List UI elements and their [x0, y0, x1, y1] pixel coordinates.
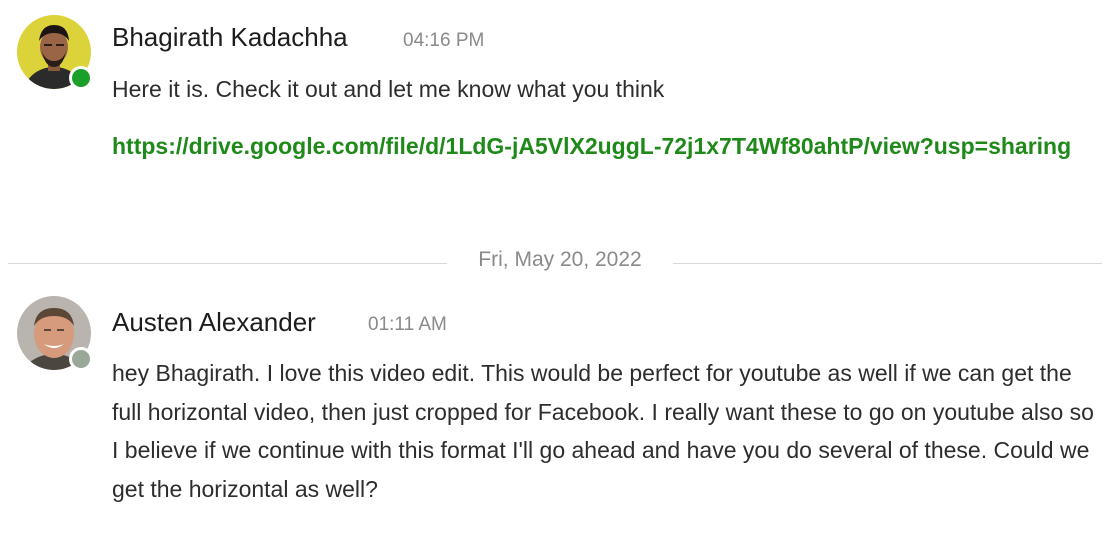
author-name[interactable]: Bhagirath Kadachha	[112, 22, 348, 53]
message-timestamp: 04:16 PM	[403, 30, 485, 51]
message-text: Here it is. Check it out and let me know…	[112, 76, 665, 102]
author-name[interactable]: Austen Alexander	[112, 307, 316, 338]
avatar-bhagirath[interactable]	[17, 15, 93, 90]
online-status-indicator	[69, 66, 93, 90]
message-text: hey Bhagirath. I love this video edit. T…	[112, 360, 1094, 502]
message-2: Austen Alexander 01:11 AM hey Bhagirath.…	[0, 285, 1108, 551]
message-timestamp: 01:11 AM	[368, 314, 447, 335]
shared-link[interactable]: https://drive.google.com/file/d/1LdG-jA5…	[112, 128, 1097, 165]
date-divider-label: Fri, May 20, 2022	[447, 248, 673, 272]
avatar-austen[interactable]	[17, 296, 93, 371]
away-status-indicator	[69, 347, 93, 371]
message-1: Bhagirath Kadachha 04:16 PM Here it is. …	[0, 0, 1108, 240]
